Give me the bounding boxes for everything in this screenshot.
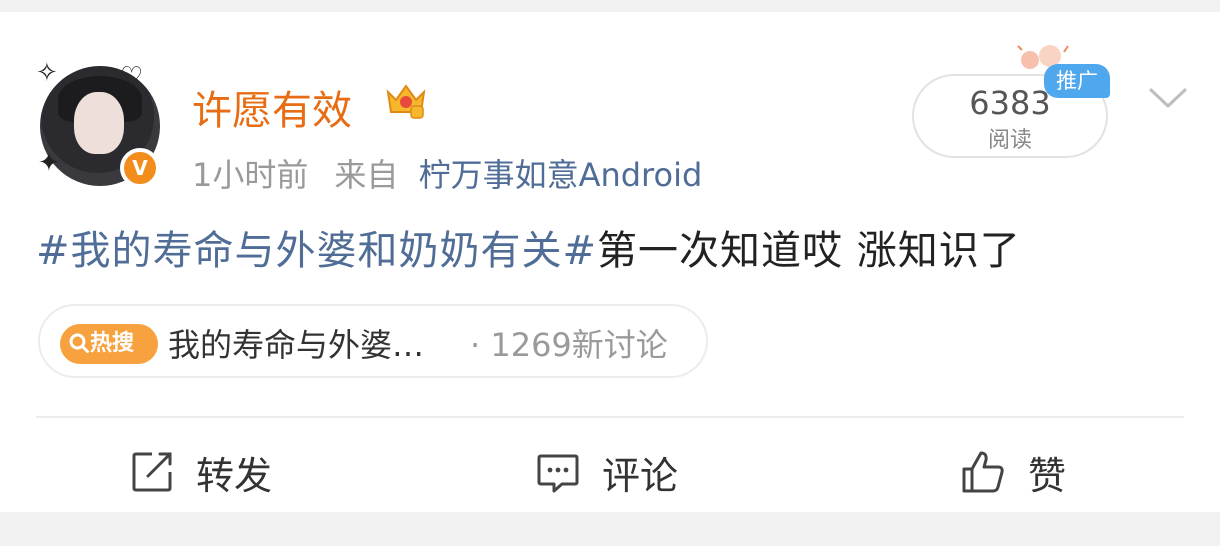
search-icon xyxy=(69,333,89,353)
topic-link[interactable]: #我的寿命与外婆和奶奶有关# xyxy=(36,228,597,274)
post-body-text: 第一次知道哎 涨知识了 xyxy=(597,228,1021,274)
comment-button[interactable]: 评论 xyxy=(536,444,678,500)
verified-icon: V xyxy=(120,148,160,188)
hot-search-pill[interactable]: 热搜 我的寿命与外婆… · 1269新讨论 xyxy=(38,304,708,378)
promo-tag: 推广 xyxy=(1044,64,1110,98)
chevron-down-icon[interactable] xyxy=(1148,82,1188,112)
hot-search-separator: · xyxy=(470,326,481,364)
hot-search-title: 我的寿命与外婆… xyxy=(168,326,425,364)
doodle-icon: ✧ xyxy=(36,58,58,88)
author-name[interactable]: 许愿有效 xyxy=(192,78,352,136)
like-label: 赞 xyxy=(1028,453,1067,498)
source-app-link[interactable]: 柠万事如意Android xyxy=(419,156,703,194)
post-body: #我的寿命与外婆和奶奶有关#第一次知道哎 涨知识了 xyxy=(36,218,1021,276)
hot-search-badge-label: 热搜 xyxy=(90,331,135,356)
avatar[interactable]: ✧ ♡ ✦ V xyxy=(34,52,162,190)
heart-doodle-icon: ♡ xyxy=(120,62,144,92)
crown-icon xyxy=(386,84,426,119)
hot-search-discussions: 1269新讨论 xyxy=(490,326,668,364)
read-label: 阅读 xyxy=(987,128,1032,153)
repost-label: 转发 xyxy=(196,453,273,498)
repost-icon xyxy=(132,452,172,492)
post-card: ✧ ♡ ✦ V 许愿有效 1小时前 来自 柠万事如意Android 6383 阅读… xyxy=(0,12,1220,512)
post-meta: 1小时前 来自 柠万事如意Android xyxy=(192,150,702,196)
divider xyxy=(36,416,1184,418)
source-prefix: 来自 xyxy=(334,156,399,194)
comment-icon xyxy=(537,454,579,493)
hot-search-count: · 1269新讨论 xyxy=(470,320,668,366)
hot-search-badge: 热搜 xyxy=(60,324,158,364)
thumbs-up-icon xyxy=(962,451,1004,493)
repost-button[interactable]: 转发 xyxy=(130,444,272,500)
comment-label: 评论 xyxy=(602,453,679,498)
post-time: 1小时前 xyxy=(192,156,309,194)
like-button[interactable]: 赞 xyxy=(960,444,1066,500)
sparkle-doodle-icon: ✦ xyxy=(38,148,60,178)
